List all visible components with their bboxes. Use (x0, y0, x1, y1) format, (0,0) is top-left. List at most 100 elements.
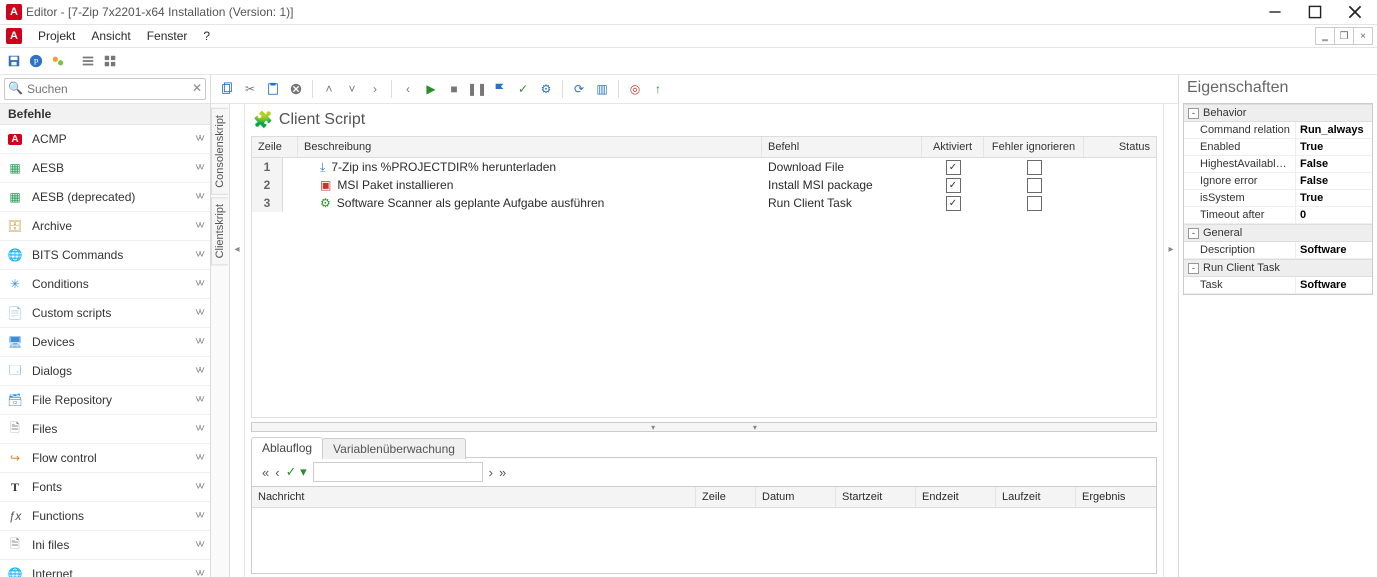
move-down-button[interactable]: ˅ (342, 79, 362, 99)
grid-view-button[interactable] (100, 51, 120, 71)
log-grid[interactable]: Nachricht Zeile Datum Startzeit Endzeit … (251, 486, 1157, 574)
col-status[interactable]: Status (1084, 137, 1156, 157)
command-category[interactable]: TFonts˅˅ (0, 473, 210, 502)
script-row[interactable]: 1⤓7-Zip ins %PROJECTDIR% herunterladenDo… (252, 158, 1156, 176)
settings-button[interactable] (48, 51, 68, 71)
horizontal-splitter[interactable]: ▾ ▾ (251, 422, 1157, 432)
copy-button[interactable] (217, 79, 237, 99)
command-category-list[interactable]: AACMP˅˅▦AESB˅˅▦AESB (deprecated)˅˅🗄Archi… (0, 125, 210, 577)
collapse-box-icon[interactable]: - (1188, 263, 1199, 274)
col-beschreibung[interactable]: Beschreibung (298, 137, 762, 157)
log-next-button[interactable]: › (489, 465, 493, 480)
tab-consolescript[interactable]: Consolenskript (211, 108, 228, 195)
collapse-handle-left[interactable]: ◂ (230, 104, 245, 577)
properties-grid[interactable]: -BehaviorCommand relationRun_alwaysEnabl… (1183, 103, 1373, 295)
mdi-close-button[interactable]: × (1353, 27, 1373, 45)
property-row[interactable]: EnabledTrue (1184, 139, 1372, 156)
paste-button[interactable] (263, 79, 283, 99)
col-zeile[interactable]: Zeile (252, 137, 298, 157)
ignore-error-checkbox[interactable] (1027, 196, 1042, 211)
property-value[interactable]: 0 (1296, 207, 1372, 223)
step-back-button[interactable]: ‹ (398, 79, 418, 99)
delete-button[interactable] (286, 79, 306, 99)
menu-fenster[interactable]: Fenster (139, 27, 196, 45)
command-category[interactable]: ✳Conditions˅˅ (0, 270, 210, 299)
aktiviert-checkbox[interactable] (946, 160, 961, 175)
upload-button[interactable]: ↑ (648, 79, 668, 99)
log-col-ergebnis[interactable]: Ergebnis (1076, 487, 1156, 507)
script-row[interactable]: 3⚙Software Scanner als geplante Aufgabe … (252, 194, 1156, 212)
command-category[interactable]: 🗃File Repository˅˅ (0, 386, 210, 415)
columns-button[interactable]: ▥ (592, 79, 612, 99)
property-value[interactable]: True (1296, 190, 1372, 206)
property-value[interactable]: False (1296, 173, 1372, 189)
window-close-button[interactable] (1335, 0, 1375, 24)
cut-button[interactable]: ✂ (240, 79, 260, 99)
command-category[interactable]: AACMP˅˅ (0, 125, 210, 154)
script-grid[interactable]: Zeile Beschreibung Befehl Aktiviert Fehl… (251, 136, 1157, 418)
property-value[interactable]: False (1296, 156, 1372, 172)
log-col-datum[interactable]: Datum (756, 487, 836, 507)
run-button[interactable]: ▶ (421, 79, 441, 99)
command-category[interactable]: 🌐BITS Commands˅˅ (0, 241, 210, 270)
ignore-error-checkbox[interactable] (1027, 160, 1042, 175)
save-button[interactable] (4, 51, 24, 71)
script-row[interactable]: 2▣MSI Paket installierenInstall MSI pack… (252, 176, 1156, 194)
log-col-nachricht[interactable]: Nachricht (252, 487, 696, 507)
log-col-zeile[interactable]: Zeile (696, 487, 756, 507)
command-category[interactable]: 🗄Archive˅˅ (0, 212, 210, 241)
window-maximize-button[interactable] (1295, 0, 1335, 24)
clear-search-icon[interactable]: ✕ (192, 81, 202, 95)
property-category[interactable]: -General (1184, 224, 1372, 242)
menu-help[interactable]: ? (195, 27, 218, 45)
stop-button[interactable]: ■ (444, 79, 464, 99)
property-row[interactable]: HighestAvailableRightsFalse (1184, 156, 1372, 173)
menu-projekt[interactable]: Projekt (30, 27, 83, 45)
collapse-box-icon[interactable]: - (1188, 108, 1199, 119)
property-row[interactable]: Command relationRun_always (1184, 122, 1372, 139)
log-last-button[interactable]: » (499, 465, 506, 480)
log-col-laufzeit[interactable]: Laufzeit (996, 487, 1076, 507)
col-aktiviert[interactable]: Aktiviert (922, 137, 984, 157)
mdi-restore-button[interactable]: ❐ (1334, 27, 1354, 45)
validate-button[interactable]: ✓ (513, 79, 533, 99)
command-category[interactable]: ↪Flow control˅˅ (0, 444, 210, 473)
command-category[interactable]: 📄Custom scripts˅˅ (0, 299, 210, 328)
pause-button[interactable]: ❚❚ (467, 79, 487, 99)
menu-ansicht[interactable]: Ansicht (83, 27, 138, 45)
property-category[interactable]: -Behavior (1184, 104, 1372, 122)
refresh-button[interactable]: ⟳ (569, 79, 589, 99)
tab-clientscript[interactable]: Clientskript (211, 197, 228, 265)
breakpoint-button[interactable] (490, 79, 510, 99)
command-category[interactable]: 🗔Dialogs˅˅ (0, 357, 210, 386)
command-category[interactable]: 🗎Ini files˅˅ (0, 531, 210, 560)
ignore-error-checkbox[interactable] (1027, 178, 1042, 193)
mdi-minimize-button[interactable]: ‗ (1315, 27, 1335, 45)
property-category[interactable]: -Run Client Task (1184, 259, 1372, 277)
property-value[interactable]: Software (1296, 242, 1372, 258)
window-minimize-button[interactable] (1255, 0, 1295, 24)
property-value[interactable]: Software (1296, 277, 1372, 293)
command-category[interactable]: 🖥Devices˅˅ (0, 328, 210, 357)
command-category[interactable]: ▦AESB˅˅ (0, 154, 210, 183)
log-col-endzeit[interactable]: Endzeit (916, 487, 996, 507)
collapse-box-icon[interactable]: - (1188, 228, 1199, 239)
log-first-button[interactable]: « (262, 465, 269, 480)
command-category[interactable]: ▦AESB (deprecated)˅˅ (0, 183, 210, 212)
col-fehler[interactable]: Fehler ignorieren (984, 137, 1084, 157)
property-row[interactable]: Ignore errorFalse (1184, 173, 1372, 190)
property-row[interactable]: Timeout after0 (1184, 207, 1372, 224)
collapse-handle-right[interactable]: ▸ (1163, 104, 1178, 577)
search-input[interactable] (25, 81, 187, 97)
script-grid-body[interactable]: 1⤓7-Zip ins %PROJECTDIR% herunterladenDo… (252, 158, 1156, 417)
log-prev-button[interactable]: ‹ (275, 465, 279, 480)
list-view-button[interactable] (78, 51, 98, 71)
park-button[interactable]: P (26, 51, 46, 71)
move-right-button[interactable]: › (365, 79, 385, 99)
sliders-button[interactable]: ⚙ (536, 79, 556, 99)
col-befehl[interactable]: Befehl (762, 137, 922, 157)
command-category[interactable]: 🌐Internet˅˅ (0, 560, 210, 577)
search-box[interactable]: 🔍 ✕ (4, 78, 206, 100)
property-row[interactable]: TaskSoftware (1184, 277, 1372, 294)
property-row[interactable]: isSystemTrue (1184, 190, 1372, 207)
